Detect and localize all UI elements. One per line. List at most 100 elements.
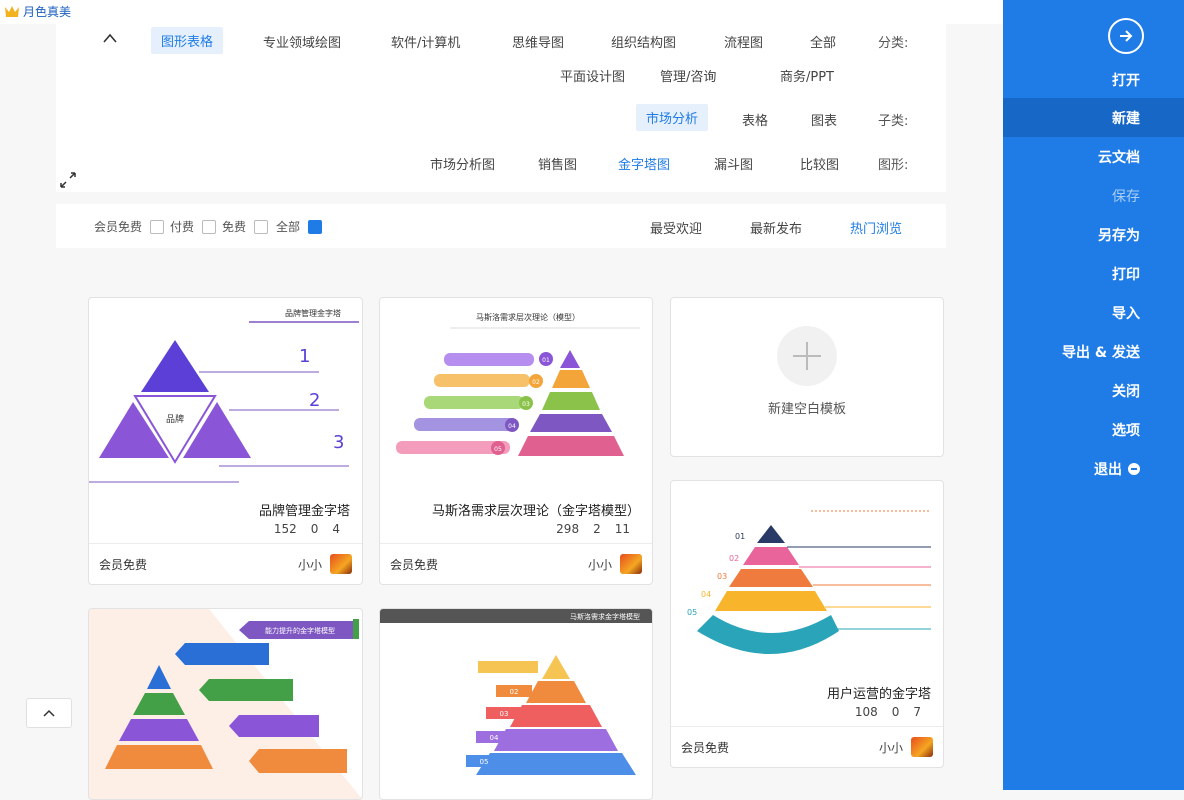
level-label: 05 xyxy=(687,608,697,617)
sidebar-item-open[interactable]: 打开 xyxy=(1003,60,1184,99)
favs-count: 7 xyxy=(913,705,921,719)
avatar[interactable] xyxy=(620,554,642,574)
level-label: 01 xyxy=(735,532,745,541)
brand-name: 月色真美 xyxy=(23,5,72,19)
template-thumbnail: 能力提升的金字塔模型 xyxy=(89,609,362,799)
likes-count: 2 xyxy=(593,522,601,536)
avatar[interactable] xyxy=(330,554,352,574)
sidebar-item-save[interactable]: 保存 xyxy=(1003,176,1184,215)
template-card[interactable]: 能力提升的金字塔模型 xyxy=(88,608,363,800)
scroll-top-button[interactable] xyxy=(26,698,72,728)
filter-all-label: 全部 xyxy=(276,220,301,234)
collapse-chevron-icon[interactable] xyxy=(102,32,118,44)
card-stats: 152 0 4 xyxy=(274,522,340,536)
category-all[interactable]: 全部 xyxy=(800,28,846,55)
step-number: 2 xyxy=(309,390,320,411)
shape-market-analysis[interactable]: 市场分析图 xyxy=(420,150,505,177)
card-title: 马斯洛需求层次理论（金字塔模型） xyxy=(431,504,640,519)
level-label: 03 xyxy=(717,572,727,581)
category-mind-map[interactable]: 思维导图 xyxy=(502,28,574,55)
template-card[interactable]: 品牌管理金字塔 品牌 1 2 3 品牌管理金字塔 152 0 4 会员免费 小小 xyxy=(88,297,363,585)
expand-icon[interactable] xyxy=(60,172,76,188)
subcategory-chart[interactable]: 图表 xyxy=(801,106,847,133)
template-card[interactable]: 01 02 03 04 05 用户运营的金字塔 108 0 7 会员免费 小小 xyxy=(670,480,944,768)
crown-icon xyxy=(5,5,19,17)
filter-all-checkbox[interactable] xyxy=(308,220,322,234)
template-thumbnail: 马斯洛需求层次理论（模型） 01 02 03 04 05 xyxy=(396,312,640,456)
sidebar-item-cloud-docs[interactable]: 云文档 xyxy=(1003,137,1184,176)
views-count: 108 xyxy=(854,705,878,719)
subcategory-label: 子类: xyxy=(878,114,909,129)
sidebar-item-label: 选项 xyxy=(1112,422,1140,439)
category-graphic-table[interactable]: 图形表格 xyxy=(151,27,224,54)
card-title: 品牌管理金字塔 xyxy=(258,504,350,519)
tab-hot[interactable]: 热门浏览 xyxy=(850,218,902,237)
subcategory-table[interactable]: 表格 xyxy=(732,106,778,133)
template-thumbnail: 马斯洛需求金字塔模型 02 03 04 05 xyxy=(380,609,652,775)
level-label: 05 xyxy=(480,758,489,766)
tab-popular[interactable]: 最受欢迎 xyxy=(650,218,702,237)
category-flowchart[interactable]: 流程图 xyxy=(714,28,773,55)
brand: 月色真美 xyxy=(4,3,71,20)
category-professional[interactable]: 专业领域绘图 xyxy=(253,28,351,55)
sidebar-item-new[interactable]: 新建 xyxy=(1003,98,1184,137)
category-business-ppt[interactable]: 商务/PPT xyxy=(770,62,844,89)
author-name[interactable]: 小小 xyxy=(588,556,612,573)
level-label: 01 xyxy=(542,357,550,364)
exit-icon xyxy=(1128,462,1140,475)
card-footer: 会员免费 小小 xyxy=(89,543,362,584)
avatar[interactable] xyxy=(911,737,933,757)
price-label: 会员免费 xyxy=(390,558,439,572)
category-software[interactable]: 软件/计算机 xyxy=(381,28,470,55)
sidebar-item-save-as[interactable]: 另存为 xyxy=(1003,215,1184,254)
new-blank-card[interactable]: 新建空白模板 xyxy=(670,297,944,457)
level-label: 04 xyxy=(508,423,516,430)
back-button[interactable] xyxy=(1108,18,1144,54)
plus-icon xyxy=(777,326,837,386)
card-footer: 会员免费 小小 xyxy=(671,726,943,767)
sidebar-item-export-send[interactable]: 导出 & 发送 xyxy=(1003,332,1184,371)
author-name[interactable]: 小小 xyxy=(879,739,903,756)
thumb-title: 马斯洛需求层次理论（模型） xyxy=(476,312,580,322)
sidebar-item-close[interactable]: 关闭 xyxy=(1003,371,1184,410)
sidebar-item-print[interactable]: 打印 xyxy=(1003,254,1184,293)
shape-comparison[interactable]: 比较图 xyxy=(790,150,849,177)
sidebar-item-import[interactable]: 导入 xyxy=(1003,293,1184,332)
price-label: 会员免费 xyxy=(681,741,730,755)
shape-sales[interactable]: 销售图 xyxy=(528,150,587,177)
step-number: 3 xyxy=(333,432,344,453)
shape-pyramid[interactable]: 金字塔图 xyxy=(608,150,680,177)
level-label: 04 xyxy=(490,734,499,742)
level-label: 02 xyxy=(532,379,540,386)
card-stats: 298 2 11 xyxy=(556,522,630,536)
tab-newest[interactable]: 最新发布 xyxy=(750,218,802,237)
sidebar-item-label: 关闭 xyxy=(1112,383,1140,400)
favs-count: 4 xyxy=(332,522,340,536)
filter-paid-label: 付费 xyxy=(170,220,195,234)
subcategory-market-analysis[interactable]: 市场分析 xyxy=(636,104,709,131)
category-org-chart[interactable]: 组织结构图 xyxy=(601,28,686,55)
shape-funnel[interactable]: 漏斗图 xyxy=(704,150,763,177)
filter-panel: 分类: 全部 流程图 组织结构图 思维导图 软件/计算机 专业领域绘图 图形表格… xyxy=(56,24,946,192)
category-graphic-design[interactable]: 平面设计图 xyxy=(550,62,635,89)
filter-member-free-checkbox[interactable] xyxy=(150,220,164,234)
sidebar-item-options[interactable]: 选项 xyxy=(1003,410,1184,449)
sidebar: 打开 新建 云文档 保存 另存为 打印 导入 导出 & 发送 关闭 选项 退出 xyxy=(1003,0,1184,790)
category-management[interactable]: 管理/咨询 xyxy=(650,62,726,89)
sidebar-item-exit[interactable]: 退出 xyxy=(1003,449,1184,488)
template-card[interactable]: 马斯洛需求金字塔模型 02 03 04 05 xyxy=(379,608,653,800)
sidebar-item-label: 退出 xyxy=(1094,461,1122,478)
card-title: 用户运营的金字塔 xyxy=(826,687,931,702)
author-name[interactable]: 小小 xyxy=(298,556,322,573)
filter-paid-checkbox[interactable] xyxy=(202,220,216,234)
level-label: 05 xyxy=(494,446,502,453)
sidebar-item-label: 保存 xyxy=(1112,188,1140,205)
template-thumbnail: 01 02 03 04 05 xyxy=(687,510,931,654)
card-footer: 会员免费 小小 xyxy=(380,543,652,584)
likes-count: 0 xyxy=(310,522,319,536)
filter-free-label: 免费 xyxy=(222,220,247,234)
template-thumbnail: 品牌管理金字塔 品牌 1 2 3 xyxy=(89,308,359,483)
thumb-title: 能力提升的金字塔模型 xyxy=(265,626,335,635)
template-card[interactable]: 马斯洛需求层次理论（模型） 01 02 03 04 05 马斯洛需求层次理论（金… xyxy=(379,297,653,585)
filter-free-checkbox[interactable] xyxy=(254,220,268,234)
